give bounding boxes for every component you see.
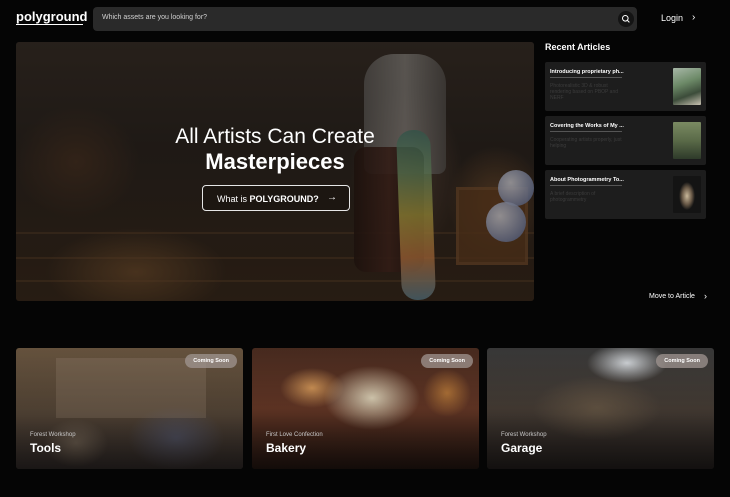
coming-soon-badge: Coming Soon (656, 354, 708, 368)
arrow-right-icon: → (327, 192, 337, 203)
login-link[interactable]: Login (661, 13, 683, 23)
card-subtitle: Forest Workshop (30, 432, 76, 438)
recent-articles-heading: Recent Articles (545, 42, 611, 52)
chevron-right-icon[interactable]: › (692, 12, 695, 23)
coming-soon-badge: Coming Soon (185, 354, 237, 368)
article-description: Photorealistic 3D & robust rendering bas… (550, 83, 619, 101)
search-bar[interactable]: Which assets are you looking for? (93, 7, 637, 31)
card-name: Tools (30, 441, 62, 455)
article-card[interactable]: Introducing proprietary ph... Photoreali… (545, 62, 706, 111)
chevron-right-icon[interactable]: › (704, 291, 707, 301)
card-subtitle: Forest Workshop (501, 432, 547, 438)
hero-button-strong: POLYGROUND? (249, 194, 319, 204)
article-divider (550, 185, 622, 186)
what-is-polyground-button[interactable]: What is POLYGROUND? → (202, 185, 350, 211)
hero-title-line2: Masterpieces (205, 149, 345, 174)
article-divider (550, 131, 622, 132)
hero-button-label: What is POLYGROUND? (217, 194, 319, 204)
article-title: About Photogrammetry To... (550, 177, 624, 183)
article-title: Covering the Works of My ... (550, 123, 624, 129)
logo-underline (16, 24, 83, 25)
hero-banner: All Artists Can Create Masterpieces What… (16, 42, 534, 301)
search-button[interactable] (618, 11, 634, 27)
search-input[interactable]: Which assets are you looking for? (102, 14, 207, 21)
coming-soon-badge: Coming Soon (421, 354, 473, 368)
search-icon (622, 15, 630, 23)
hero-button-prefix: What is (217, 194, 250, 204)
move-to-article-link[interactable]: Move to Article (649, 293, 695, 300)
article-thumbnail (673, 176, 701, 213)
asset-card-tools[interactable]: Coming Soon Forest Workshop Tools (16, 348, 243, 469)
article-card[interactable]: About Photogrammetry To... A brief descr… (545, 170, 706, 219)
article-description: A brief description of photogrammetry (550, 191, 596, 203)
article-description: Cooperating artists properly, just helpi… (550, 137, 622, 149)
article-thumbnail (673, 122, 701, 159)
hero-title-line1: All Artists Can Create (175, 125, 375, 148)
article-divider (550, 77, 622, 78)
asset-card-bakery[interactable]: Coming Soon First Love Confection Bakery (252, 348, 479, 469)
card-subtitle: First Love Confection (266, 432, 323, 438)
article-title: Introducing proprietary ph... (550, 69, 624, 75)
article-thumbnail (673, 68, 701, 105)
logo[interactable]: polyground (16, 9, 88, 24)
card-name: Garage (501, 441, 543, 455)
card-name: Bakery (266, 441, 307, 455)
top-header: polyground Which assets are you looking … (0, 0, 730, 38)
article-card[interactable]: Covering the Works of My ... Cooperating… (545, 116, 706, 165)
asset-card-garage[interactable]: Coming Soon Forest Workshop Garage (487, 348, 714, 469)
